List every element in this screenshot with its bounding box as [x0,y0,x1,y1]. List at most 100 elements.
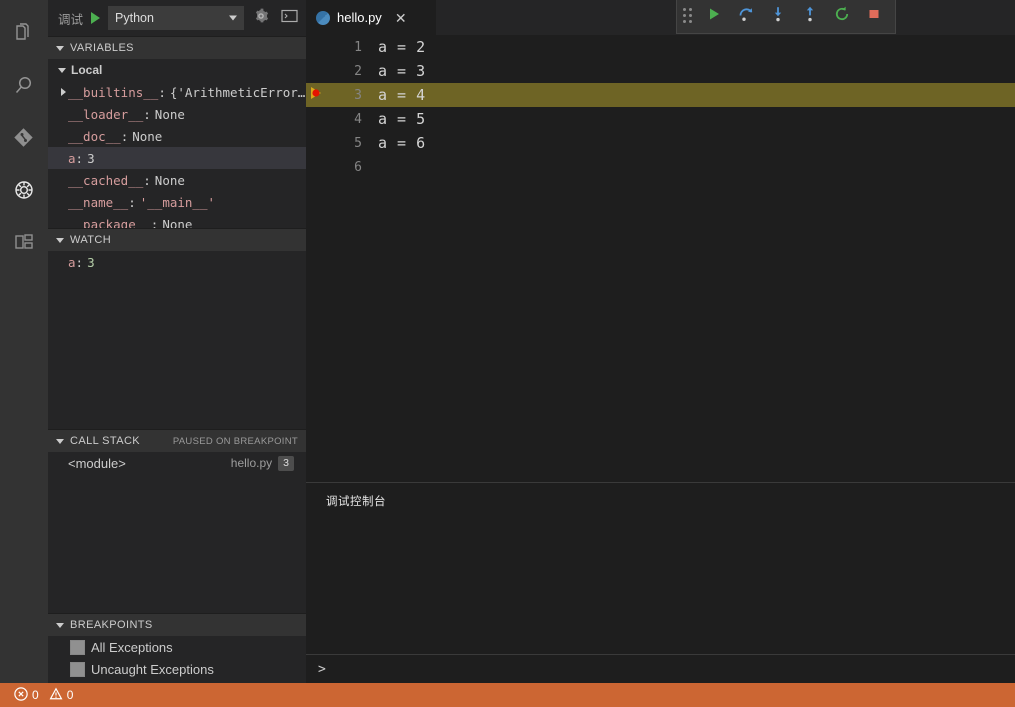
tab-debug-console[interactable]: 调试控制台 [326,493,386,509]
variable-name: __doc__ [68,128,121,144]
variables-section-header[interactable]: VARIABLES [48,36,306,59]
restart-button[interactable] [827,3,857,31]
variable-name: __name__ [68,194,129,210]
variable-value: {'ArithmeticError… [169,84,306,100]
line-number: 4 [354,111,362,127]
activity-source-control[interactable] [0,112,48,164]
debug-settings-button[interactable] [250,7,272,29]
variable-value: None [154,172,185,188]
python-file-icon [316,10,330,25]
search-icon [12,74,36,98]
variable-row[interactable]: __cached__ : None [48,169,306,191]
callstack-status: PAUSED ON BREAKPOINT [172,435,298,447]
step-out-icon [801,5,819,28]
source-control-icon [12,126,36,150]
activity-extensions[interactable] [0,216,48,268]
open-debug-console-button[interactable] [278,7,300,29]
debug-configuration-select[interactable]: Python [108,6,244,30]
code-editor[interactable]: 1 a = 2 2 a = 3 3 a = 4 4 a = 5 5 a = 6 … [306,35,1015,482]
variable-value: None [154,106,185,122]
scope-label: Local [71,63,103,77]
variable-row[interactable]: __builtins__ : {'ArithmeticError… [48,81,306,103]
glyph-margin[interactable] [306,85,332,106]
variable-separator: : [150,216,159,229]
callstack-row[interactable]: <module> hello.py 3 [48,452,306,474]
step-over-button[interactable] [731,3,761,31]
debug-sidebar: 调试 Python VARIABLES Local __builtins__:… [48,0,306,683]
variable-name: __loader__ [68,106,144,122]
variable-name: a [68,150,76,166]
debug-floating-toolbar [676,0,896,34]
callstack-section-header[interactable]: CALL STACK PAUSED ON BREAKPOINT [48,429,306,452]
line-number: 3 [354,87,362,103]
chevron-right-icon[interactable] [58,88,68,96]
step-into-button[interactable] [763,3,793,31]
callstack-tree: <module> hello.py 3 [48,452,306,613]
variable-separator: : [143,106,151,122]
close-icon[interactable]: ✕ [395,11,407,25]
status-bar: 0 0 [0,683,1015,707]
variable-row[interactable]: __package__ : None [48,213,306,229]
variable-separator: : [75,150,84,166]
variables-scope-local[interactable]: Local [48,59,306,81]
variable-row-selected[interactable]: a : 3 [48,147,306,169]
variable-value: '__main__' [139,194,216,210]
step-out-button[interactable] [795,3,825,31]
drag-handle[interactable] [683,7,695,26]
breakpoint-execution-marker-icon[interactable] [309,85,329,106]
activity-bar [0,0,48,683]
variable-separator: : [158,84,166,100]
start-debugging-button[interactable] [91,12,101,24]
code-line-text: a = 2 [378,38,426,56]
variable-separator: : [128,194,136,210]
workbench: 调试 Python VARIABLES Local __builtins__:… [0,0,1015,683]
variables-tree: Local __builtins__ : {'ArithmeticError… … [48,59,306,228]
code-line-text: a = 3 [378,62,426,80]
restart-icon [833,5,851,28]
code-line-text: a = 6 [378,134,426,152]
variable-name: __builtins__ [68,84,159,100]
debug-console-input[interactable]: > [306,654,1015,683]
chevron-down-icon [56,45,64,51]
variable-separator: : [120,128,129,144]
variable-value: 3 [87,150,95,166]
code-line[interactable]: 1 a = 2 [306,35,1015,59]
warning-count: 0 [66,688,74,702]
code-line[interactable]: 4 a = 5 [306,107,1015,131]
prompt-chevron-icon: > [318,661,326,677]
breakpoint-row[interactable]: Uncaught Exceptions [48,658,306,680]
code-line[interactable]: 6 [306,155,1015,179]
panel-tabs: 调试控制台 [306,483,1015,518]
variable-row[interactable]: __doc__ : None [48,125,306,147]
breakpoints-header-label: BREAKPOINTS [70,619,153,631]
line-number: 5 [354,135,362,151]
activity-search[interactable] [0,60,48,112]
activity-debug[interactable] [0,164,48,216]
status-problems[interactable]: 0 0 [10,686,77,704]
breakpoint-checkbox[interactable] [70,639,85,655]
continue-button[interactable] [699,3,729,31]
stop-button[interactable] [859,3,889,31]
code-line[interactable]: 2 a = 3 [306,59,1015,83]
code-line-text: a = 5 [378,110,426,128]
variable-separator: : [143,172,151,188]
stack-frame-line-badge: 3 [278,455,294,471]
variable-name: __package__ [68,216,151,229]
error-icon [14,686,28,704]
watch-row[interactable]: a : 3 [48,251,306,273]
gear-icon [253,8,269,29]
editor-tab-hello-py[interactable]: hello.py ✕ [306,0,437,35]
variable-row[interactable]: __loader__ : None [48,103,306,125]
error-count: 0 [32,688,39,702]
breakpoint-checkbox[interactable] [70,661,85,677]
code-line[interactable]: 5 a = 6 [306,131,1015,155]
variables-header-label: VARIABLES [70,42,134,54]
line-number: 6 [354,159,362,175]
breakpoint-row[interactable]: All Exceptions [48,636,306,658]
explorer-icon [12,22,36,46]
watch-section-header[interactable]: WATCH [48,228,306,251]
breakpoints-section-header[interactable]: BREAKPOINTS [48,613,306,636]
activity-explorer[interactable] [0,8,48,60]
variable-row[interactable]: __name__ : '__main__' [48,191,306,213]
code-line-current-execution[interactable]: 3 a = 4 [306,83,1015,107]
